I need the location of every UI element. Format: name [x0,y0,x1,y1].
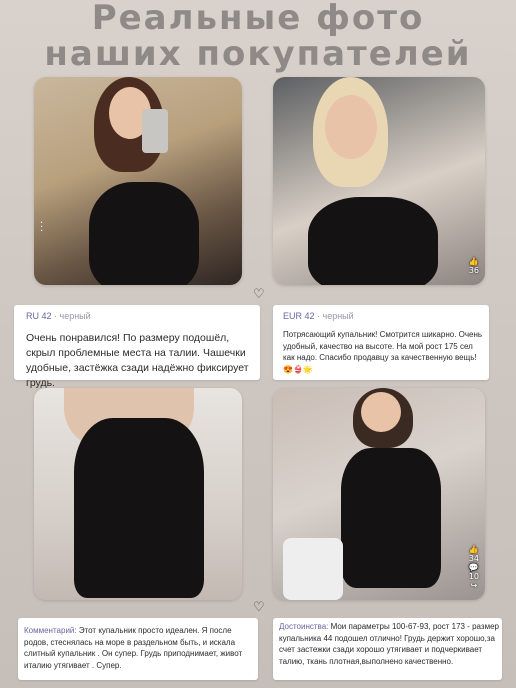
like-counter[interactable]: 👍 36 [469,257,479,275]
review-card-2: EUR 42 · черный Потрясающий купальник! С… [273,305,489,380]
like-icon[interactable]: 👍 [469,545,479,554]
customer-photo-2: 👍 36 [273,77,485,285]
like-icon[interactable]: 👍 [469,257,479,266]
phone-icon [142,109,168,153]
review-meta: EUR 42 · черный [283,311,354,321]
customer-photo-1: · · · [34,77,242,285]
review-text: Комментарий: Этот купальник просто идеал… [24,626,243,670]
review-card-3: Комментарий: Этот купальник просто идеал… [18,618,258,680]
share-icon[interactable]: ↪ [471,581,478,590]
photo-actions[interactable]: 👍 34 💬 10 ↪ [469,545,479,590]
comment-icon[interactable]: 💬 [469,563,479,572]
heart-icon: ♡ [253,600,265,615]
review-card-4: Достоинства: Мои параметры 100-67-93, ро… [273,618,502,680]
page-title-line-1: Реальные фото [91,0,425,38]
review-card-1: RU 42 · черный Очень понравился! По разм… [14,305,260,389]
review-text: Очень понравился! По размеру подошёл, ск… [26,332,249,389]
more-dots-icon: · · · [40,218,44,237]
review-text: Потрясающий купальник! Смотрится шикарно… [283,330,483,374]
page-title-line-2: наших покупателей [44,34,472,74]
heart-icon: ♡ [253,287,265,302]
review-meta: RU 42 · черный [26,311,91,321]
customer-photo-4: 👍 34 💬 10 ↪ [273,388,485,600]
customer-photo-3 [34,388,242,600]
review-text: Достоинства: Мои параметры 100-67-93, ро… [279,622,499,666]
pillow [283,538,343,600]
